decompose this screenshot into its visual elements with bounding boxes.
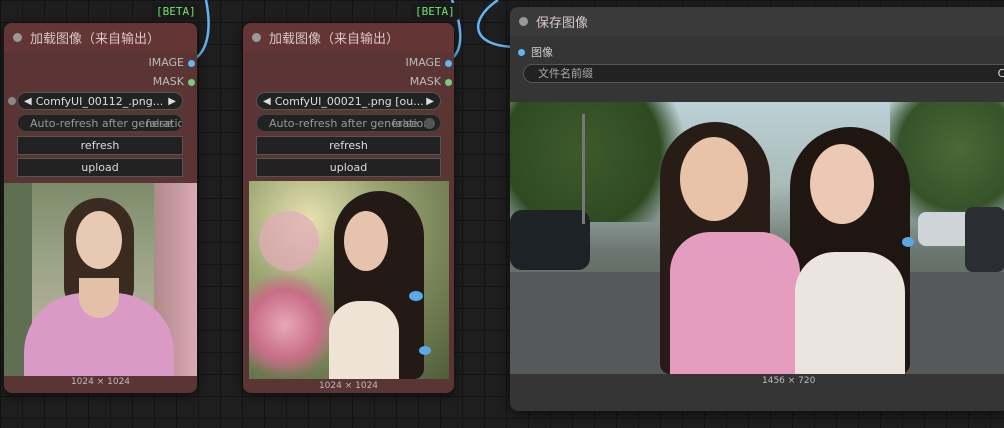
output-image: IMAGE (405, 56, 452, 72)
upload-button[interactable]: upload (17, 158, 183, 177)
upload-button[interactable]: upload (256, 158, 441, 177)
mask-output-dot[interactable] (188, 79, 195, 86)
toggle-value: false (145, 117, 172, 130)
output-label: IMAGE (148, 56, 184, 69)
refresh-button[interactable]: refresh (17, 136, 183, 155)
node-title: 保存图像 (536, 16, 589, 31)
image-input-dot[interactable] (518, 48, 525, 56)
node-header[interactable]: 加载图像（来自输出） (4, 23, 197, 52)
input-label: 图像 (531, 46, 553, 59)
output-image: IMAGE (148, 56, 195, 72)
node-canvas[interactable]: [BETA] [BETA] 加载图像（来自输出） IMAGE MASK ◀ Co… (0, 0, 1004, 428)
image-preview (4, 183, 197, 376)
node-status-dot (252, 33, 261, 42)
image-dimensions: 1456 × 720 (762, 376, 816, 386)
image-select[interactable]: ◀ ComfyUI_00112_.png... ▶ (17, 92, 183, 110)
image-input: 图像 (518, 44, 553, 60)
image-select-value: ComfyUI_00021_.png [ou... (274, 94, 424, 108)
arrow-left-icon[interactable]: ◀ (24, 96, 32, 107)
refresh-button[interactable]: refresh (256, 136, 441, 155)
auto-refresh-toggle[interactable]: Auto-refresh after generation false (17, 114, 183, 132)
image-preview (249, 181, 449, 379)
output-label: IMAGE (405, 56, 441, 69)
image-dimensions: 1024 × 1024 (318, 381, 379, 391)
node-status-dot (519, 17, 528, 26)
output-label: MASK (409, 75, 441, 88)
arrow-right-icon[interactable]: ▶ (426, 96, 434, 107)
image-input-dot[interactable] (8, 97, 16, 105)
image-output-dot[interactable] (188, 60, 195, 67)
output-mask: MASK (152, 75, 195, 91)
mask-output-dot[interactable] (445, 79, 452, 86)
image-select[interactable]: ◀ ComfyUI_00021_.png [ou... ▶ (256, 92, 441, 110)
node-title: 加载图像（来自输出） (30, 32, 161, 47)
save-image-node[interactable]: 保存图像 图像 文件名前缀 Co 1456 × 720 (510, 7, 1004, 411)
image-select-value: ComfyUI_00112_.png... (35, 94, 164, 108)
image-preview (510, 102, 1004, 374)
field-label: 文件名前缀 (538, 67, 593, 80)
output-mask: MASK (409, 75, 452, 91)
node-header[interactable]: 保存图像 (510, 7, 1004, 36)
field-value: Co (997, 67, 1004, 80)
load-image-node[interactable]: 加载图像（来自输出） IMAGE MASK ◀ ComfyUI_00112_.p… (4, 23, 197, 393)
output-label: MASK (152, 75, 184, 88)
beta-badge: [BETA] (152, 3, 200, 20)
node-header[interactable]: 加载图像（来自输出） (243, 23, 454, 52)
beta-badge: [BETA] (411, 3, 459, 20)
arrow-left-icon[interactable]: ◀ (263, 96, 271, 107)
node-title: 加载图像（来自输出） (269, 32, 400, 47)
load-image-node[interactable]: 加载图像（来自输出） IMAGE MASK ◀ ComfyUI_00021_.p… (243, 23, 454, 393)
image-dimensions: 1024 × 1024 (70, 377, 131, 387)
toggle-value: false (391, 117, 418, 130)
toggle-knob[interactable] (424, 118, 435, 129)
image-output-dot[interactable] (445, 60, 452, 67)
arrow-right-icon[interactable]: ▶ (168, 96, 176, 107)
node-status-dot (13, 33, 22, 42)
filename-prefix-field[interactable]: 文件名前缀 Co (523, 64, 1004, 83)
auto-refresh-toggle[interactable]: Auto-refresh after generation false (256, 114, 441, 132)
